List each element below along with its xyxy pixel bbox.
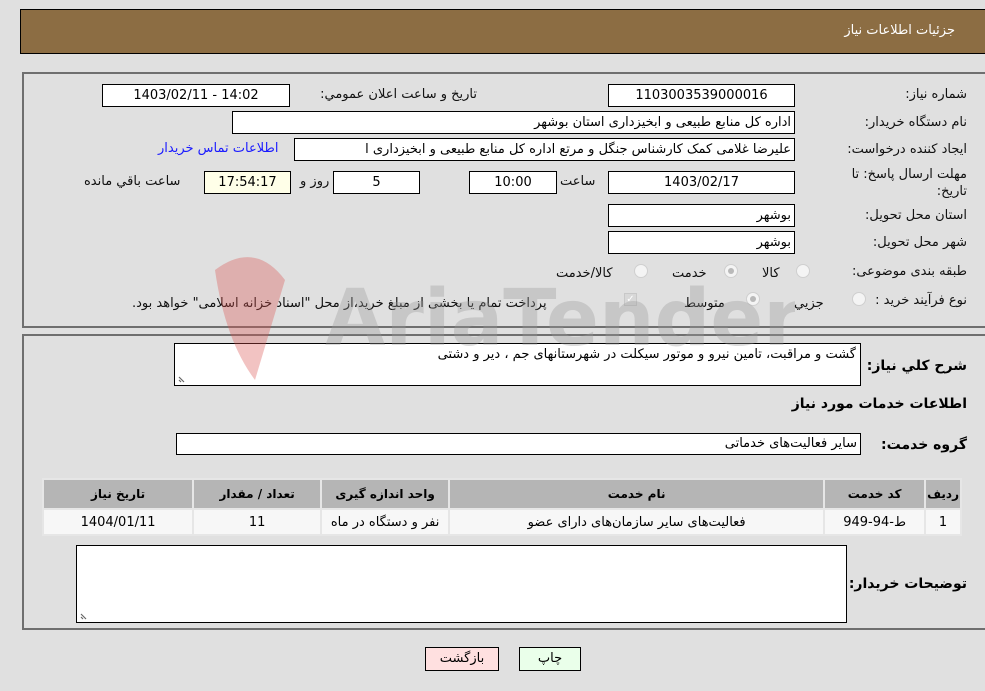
cell-row-number: 1 <box>924 508 962 536</box>
cell-quantity: 11 <box>192 508 323 536</box>
cell-service-name: فعالیت‌های سایر سازمان‌های دارای عضو <box>448 508 826 536</box>
col-header-row-number: ردیف <box>924 478 962 510</box>
treasury-checkbox[interactable]: ✓ <box>624 293 637 306</box>
category-label: طبقه بندی موضوعی: <box>851 264 967 279</box>
need-number-field: 1103003539000016 <box>608 84 795 107</box>
deadline-time-label: ساعت <box>560 174 596 189</box>
need-info-panel: شماره نیاز: 1103003539000016 تاریخ و ساع… <box>22 72 985 328</box>
cell-service-code: ط-94-949 <box>823 508 927 536</box>
remaining-time-field: 17:54:17 <box>204 171 291 194</box>
category-option-service: خدمت <box>672 266 707 281</box>
buyer-org-label: نام دستگاه خریدار: <box>864 115 967 130</box>
category-radio-goods-service[interactable] <box>634 264 648 278</box>
description-text: گشت و مراقبت، تامین نیرو و موتور سیکلت د… <box>437 347 856 362</box>
service-group-label: گروه خدمت: <box>881 437 967 453</box>
page-title: جزئیات اطلاعات نیاز <box>844 23 955 38</box>
cell-unit: نفر و دستگاه در ماه <box>320 508 451 536</box>
col-header-unit: واحد اندازه گیری <box>320 478 451 510</box>
category-radio-service[interactable] <box>724 264 738 278</box>
resize-grip-icon[interactable] <box>178 374 187 383</box>
deadline-label: مهلت ارسال پاسخ: تا تاریخ: <box>851 167 967 199</box>
deadline-time-field: 10:00 <box>469 171 557 194</box>
cell-need-date: 1404/01/11 <box>41 508 195 536</box>
need-details-panel: شرح کلي نياز: گشت و مراقبت، تامین نیرو و… <box>22 334 985 630</box>
requester-field: علیرضا غلامی کمک کارشناس جنگل و مرتع ادا… <box>294 138 795 161</box>
requester-label: ایجاد کننده درخواست: <box>847 142 967 157</box>
col-header-service-name: نام خدمت <box>448 478 826 510</box>
back-button[interactable]: بازگشت <box>425 647 499 671</box>
col-header-need-date: تاریخ نیاز <box>41 478 195 510</box>
description-label: شرح کلي نياز: <box>866 358 967 374</box>
buyer-notes-label: توضیحات خریدار: <box>848 576 967 592</box>
remaining-label: ساعت باقي مانده <box>84 174 181 189</box>
delivery-province-field: بوشهر <box>608 204 795 227</box>
col-header-quantity: تعداد / مقدار <box>192 478 323 510</box>
table-header-row: ردیف کد خدمت نام خدمت واحد اندازه گیری ت… <box>41 478 962 510</box>
need-number-label: شماره نیاز: <box>905 87 967 102</box>
buyer-notes-textarea[interactable] <box>76 545 847 623</box>
remaining-days-field: 5 <box>333 171 420 194</box>
category-radio-goods[interactable] <box>796 264 810 278</box>
description-textarea[interactable]: گشت و مراقبت، تامین نیرو و موتور سیکلت د… <box>174 343 861 386</box>
delivery-province-label: استان محل تحویل: <box>865 208 967 223</box>
delivery-city-field: بوشهر <box>608 231 795 254</box>
days-label: روز و <box>300 174 330 189</box>
table-row: 1 ط-94-949 فعالیت‌های سایر سازمان‌های دا… <box>41 508 962 536</box>
treasury-note: پرداخت تمام یا بخشی از مبلغ خرید،از محل … <box>132 296 547 311</box>
purchase-option-minor: جزيي <box>794 296 824 311</box>
print-button[interactable]: چاپ <box>519 647 581 671</box>
purchase-radio-minor[interactable] <box>852 292 866 306</box>
purchase-option-medium: متوسط <box>684 296 725 311</box>
category-option-goods-service: کالا/خدمت <box>556 266 613 281</box>
purchase-type-label: نوع فرآیند خرید : <box>875 293 967 308</box>
buyer-org-field: اداره کل منابع طبیعی و ابخیزداری استان ب… <box>232 111 795 134</box>
services-heading: اطلاعات خدمات مورد نیاز <box>791 396 967 412</box>
col-header-service-code: کد خدمت <box>823 478 927 510</box>
page-header: جزئیات اطلاعات نیاز <box>20 9 985 54</box>
purchase-radio-medium[interactable] <box>746 292 760 306</box>
services-table: ردیف کد خدمت نام خدمت واحد اندازه گیری ت… <box>41 478 962 536</box>
resize-grip-icon[interactable] <box>80 611 89 620</box>
deadline-date-field: 1403/02/17 <box>608 171 795 194</box>
service-group-field: سایر فعالیت‌های خدماتی <box>176 433 861 455</box>
announce-datetime-field: 1403/02/11 - 14:02 <box>102 84 290 107</box>
announce-datetime-label: تاریخ و ساعت اعلان عمومي: <box>320 87 477 102</box>
delivery-city-label: شهر محل تحویل: <box>872 235 967 250</box>
buyer-contact-link[interactable]: اطلاعات تماس خریدار <box>158 141 278 156</box>
category-option-goods: کالا <box>762 266 780 281</box>
